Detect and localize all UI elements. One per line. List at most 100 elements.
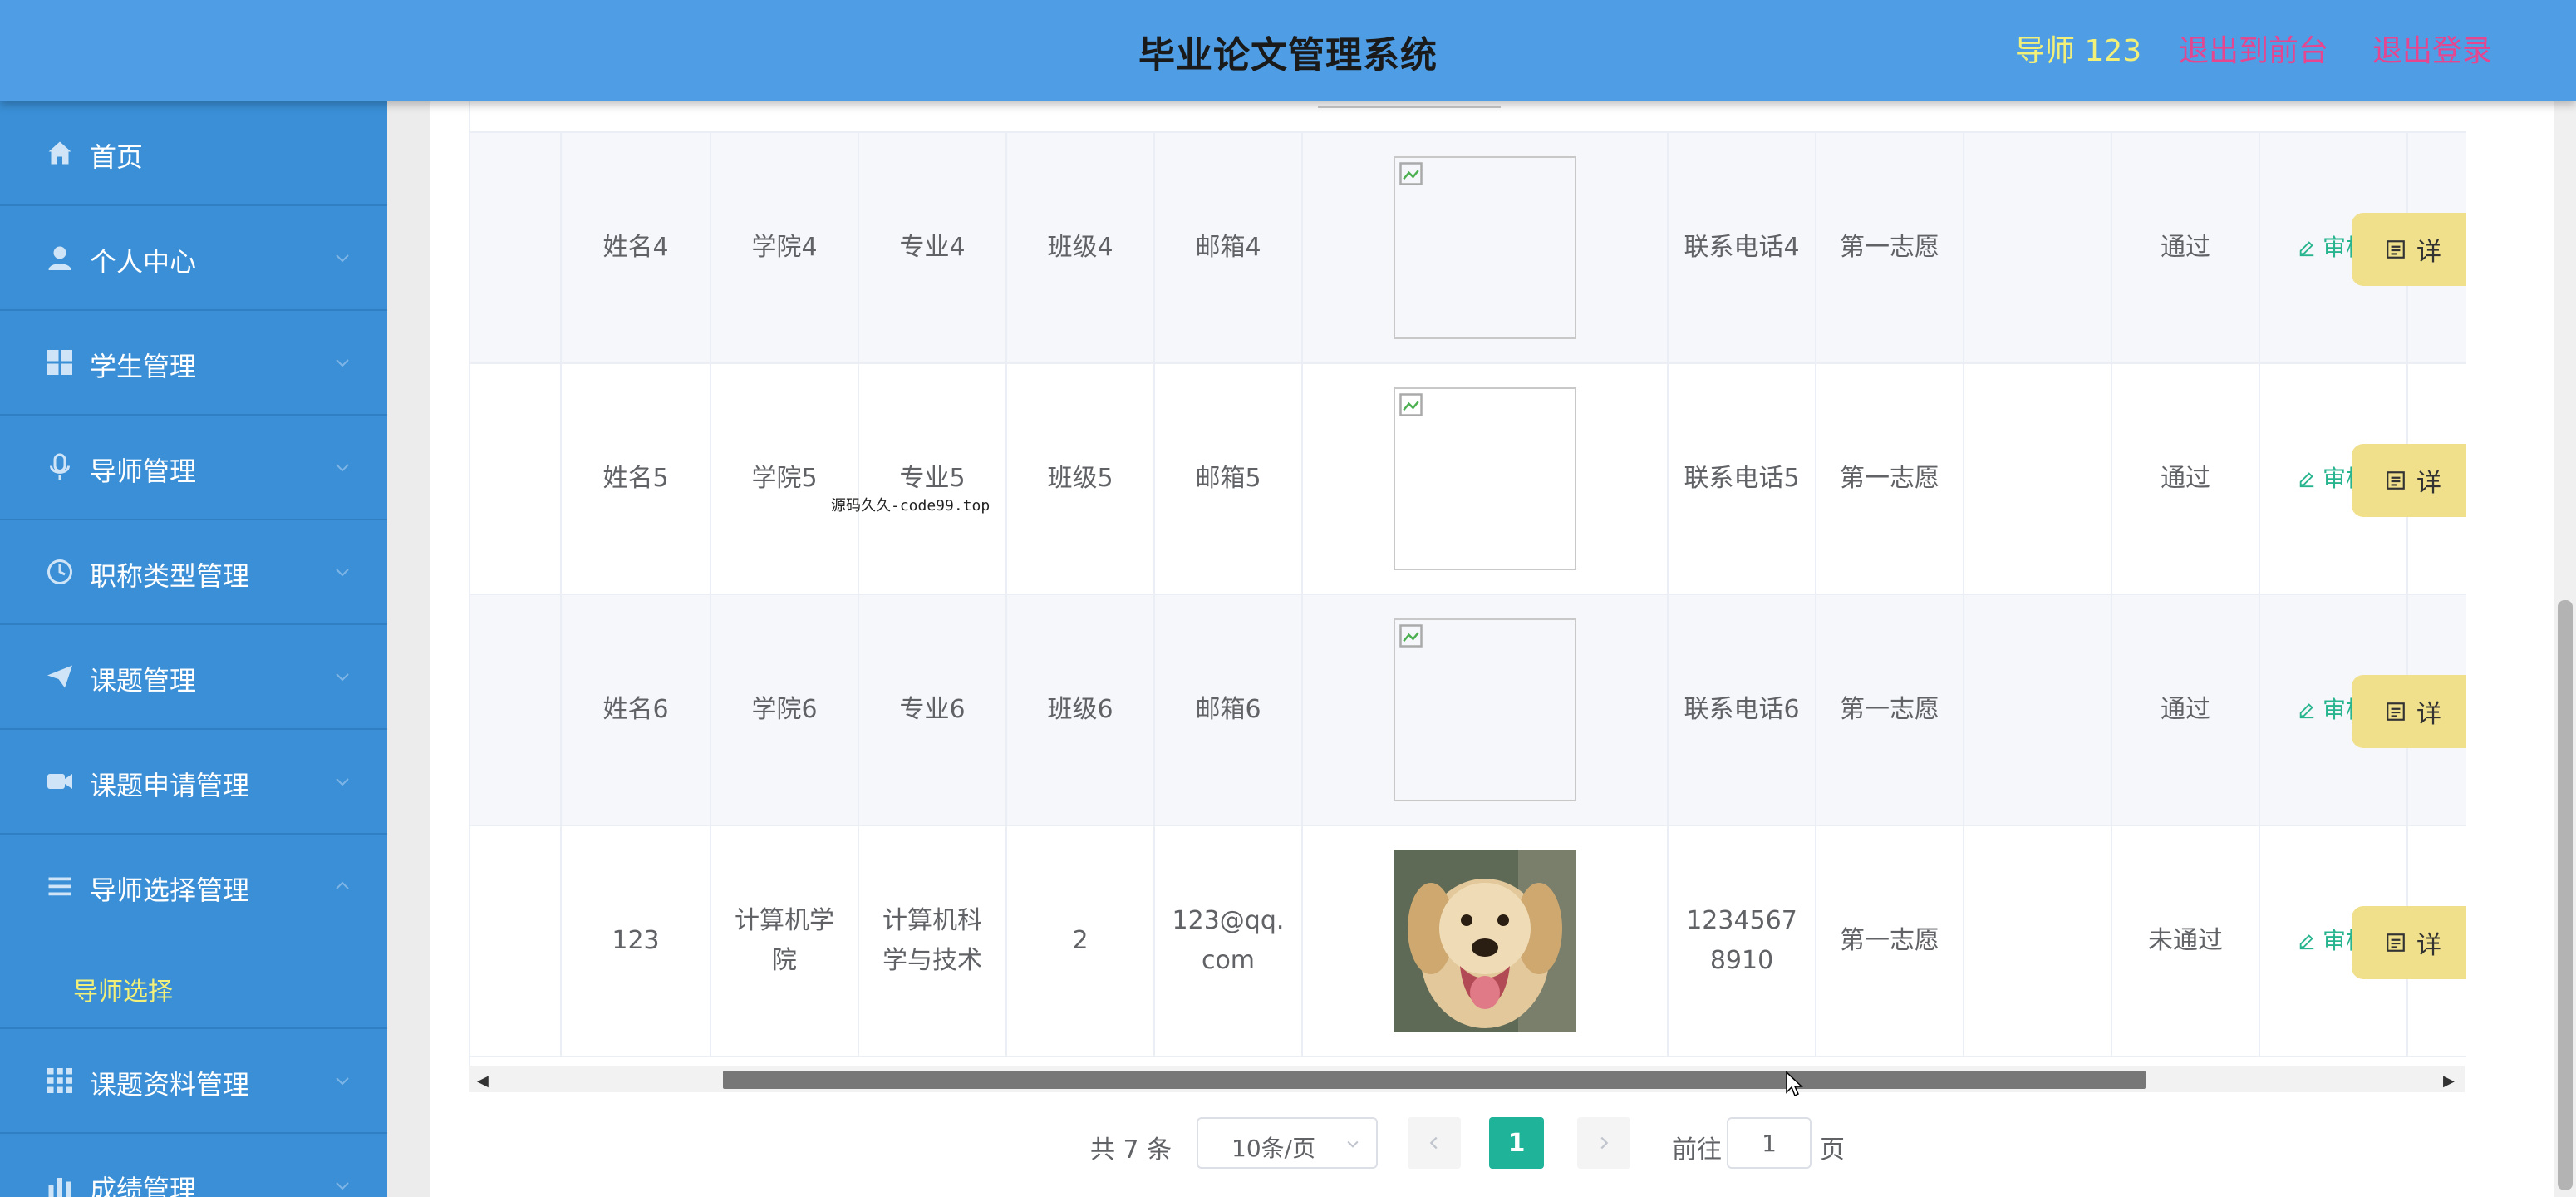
- back-to-front-link[interactable]: 退出到前台: [2179, 27, 2328, 70]
- table-row: 姓名4 学院4 专业4 班级4 邮箱4 联系电话4 第一志愿 通过 审核 详: [470, 133, 2466, 364]
- page-number-current[interactable]: 1: [1489, 1117, 1544, 1169]
- home-icon: [48, 141, 71, 165]
- cell-email: 邮箱5: [1155, 364, 1303, 594]
- table-row: 123 计算机学院 计算机科学与技术 2 123@qq.com 12345678…: [470, 826, 2466, 1057]
- sidebar-item-topic-management[interactable]: 课题管理: [0, 625, 387, 730]
- broken-image-icon: [1399, 624, 1423, 648]
- prev-page-button[interactable]: [1408, 1117, 1461, 1169]
- goto-page-input[interactable]: [1727, 1117, 1812, 1169]
- table-row: 姓名6 学院6 专业6 班级6 邮箱6 联系电话6 第一志愿 通过 审核 详: [470, 595, 2466, 826]
- cell-choice: 第一志愿: [1816, 595, 1964, 825]
- cell-email: 邮箱6: [1155, 595, 1303, 825]
- chevron-right-icon: [1600, 1136, 1609, 1150]
- cell-email: 123@qq.com: [1155, 826, 1303, 1056]
- cell-choice: 第一志愿: [1816, 364, 1964, 594]
- video-icon: [47, 774, 72, 789]
- table-panel: 姓名4 学院4 专业4 班级4 邮箱4 联系电话4 第一志愿 通过 审核 详 姓…: [430, 101, 2554, 1197]
- sidebar-item-student-management[interactable]: 学生管理: [0, 311, 387, 416]
- document-icon: [2387, 471, 2405, 490]
- broken-image-icon: [1399, 162, 1423, 185]
- chart-icon: [48, 1178, 71, 1197]
- horizontal-scrollbar[interactable]: ◀ ▶: [469, 1066, 2465, 1092]
- sidebar: 首页 个人中心 学生管理 导师管理 职称类型管理 课题管理 课题申请管理 导师选…: [0, 101, 387, 1197]
- sidebar-item-home[interactable]: 首页: [0, 101, 387, 206]
- broken-image: [1394, 618, 1576, 801]
- page-suffix: 页: [1820, 1135, 1845, 1165]
- sidebar-item-tutor-management[interactable]: 导师管理: [0, 416, 387, 520]
- cell-status: 通过: [2112, 133, 2260, 362]
- cell-college: 计算机学院: [711, 826, 859, 1056]
- sidebar-item-label: 首页: [90, 141, 144, 173]
- sidebar-item-topic-application-management[interactable]: 课题申请管理: [0, 730, 387, 835]
- detail-label: 详: [2416, 700, 2441, 729]
- next-page-button[interactable]: [1577, 1117, 1630, 1169]
- microphone-icon: [50, 453, 70, 480]
- cell-phone: 12345678910: [1669, 826, 1816, 1056]
- detail-button[interactable]: 详: [2352, 213, 2466, 286]
- cell-choice: 第一志愿: [1816, 826, 1964, 1056]
- sidebar-item-label: 成绩管理: [90, 1174, 197, 1197]
- sidebar-item-label: 职称类型管理: [90, 560, 250, 592]
- cell-college: 学院6: [711, 595, 859, 825]
- sidebar-item-label: 导师选择管理: [90, 874, 250, 906]
- top-header: 毕业论文管理系统 导师 123 退出到前台 退出登录: [0, 0, 2576, 101]
- chevron-up-icon: [336, 881, 349, 889]
- sidebar-item-personal-center[interactable]: 个人中心: [0, 206, 387, 311]
- sidebar-item-title-type-management[interactable]: 职称类型管理: [0, 520, 387, 625]
- sidebar-item-label: 个人中心: [90, 246, 197, 278]
- chevron-down-icon: [1347, 1140, 1359, 1148]
- document-icon: [2387, 702, 2405, 721]
- chevron-down-icon: [336, 569, 349, 577]
- cell-class: 班级6: [1007, 595, 1155, 825]
- list-icon: [48, 877, 71, 896]
- edit-icon: [2299, 241, 2314, 257]
- detail-button[interactable]: 详: [2352, 675, 2466, 748]
- cell-class: 班级5: [1007, 364, 1155, 594]
- chevron-down-icon: [336, 1182, 349, 1190]
- watermark-text: 源码久久-code99.top: [831, 497, 991, 515]
- cell-college: 学院5: [711, 364, 859, 594]
- broken-image: [1394, 387, 1576, 570]
- send-icon: [47, 665, 72, 688]
- cell-major: 专业5: [859, 364, 1007, 594]
- table-row: 姓名5 学院5 专业5 班级5 邮箱5 联系电话5 第一志愿 通过 审核 详: [470, 364, 2466, 595]
- edit-icon: [2299, 703, 2314, 719]
- dog-photo: [1394, 850, 1576, 1032]
- detail-button[interactable]: 详: [2352, 906, 2466, 979]
- page-size-value: 10条/页: [1231, 1135, 1316, 1162]
- edit-icon: [2299, 934, 2314, 950]
- chevron-left-icon: [1429, 1136, 1438, 1150]
- grid-icon: [47, 1068, 72, 1093]
- cell-phone: 联系电话5: [1669, 364, 1816, 594]
- cell-college: 学院4: [711, 133, 859, 362]
- scroll-right-icon[interactable]: ▶: [2443, 1072, 2455, 1090]
- cell-name: 姓名5: [562, 364, 711, 594]
- page-size-select[interactable]: 10条/页: [1197, 1117, 1378, 1169]
- data-table[interactable]: 姓名4 学院4 专业4 班级4 邮箱4 联系电话4 第一志愿 通过 审核 详 姓…: [469, 101, 2466, 1091]
- cell-status: 未通过: [2112, 826, 2260, 1056]
- detail-button[interactable]: 详: [2352, 444, 2466, 517]
- vertical-scrollbar-thumb[interactable]: [2558, 600, 2573, 1190]
- goto-label: 前往: [1672, 1135, 1722, 1165]
- scroll-left-icon[interactable]: ◀: [477, 1072, 489, 1090]
- cell-choice: 第一志愿: [1816, 133, 1964, 362]
- scrollbar-thumb[interactable]: [723, 1071, 2146, 1089]
- user-icon: [48, 246, 71, 270]
- sidebar-item-tutor-selection-management[interactable]: 导师选择管理: [0, 835, 387, 939]
- cell-name: 姓名4: [562, 133, 711, 362]
- vertical-scrollbar[interactable]: [2554, 101, 2576, 1197]
- cell-major: 专业6: [859, 595, 1007, 825]
- chevron-down-icon: [336, 254, 349, 263]
- submenu-item-tutor-selection[interactable]: 导师选择: [0, 939, 387, 1029]
- grid-icon: [47, 350, 72, 375]
- cell-email: 邮箱4: [1155, 133, 1303, 362]
- mouse-cursor-icon: [1786, 1071, 1803, 1097]
- logout-link[interactable]: 退出登录: [2372, 27, 2492, 70]
- cell-class: 班级4: [1007, 133, 1155, 362]
- sidebar-item-score-management[interactable]: 成绩管理: [0, 1134, 387, 1197]
- sidebar-item-topic-material-management[interactable]: 课题资料管理: [0, 1029, 387, 1134]
- cell-photo: [1303, 364, 1669, 594]
- cell-photo: [1303, 133, 1669, 362]
- chevron-down-icon: [336, 359, 349, 367]
- cell-name: 姓名6: [562, 595, 711, 825]
